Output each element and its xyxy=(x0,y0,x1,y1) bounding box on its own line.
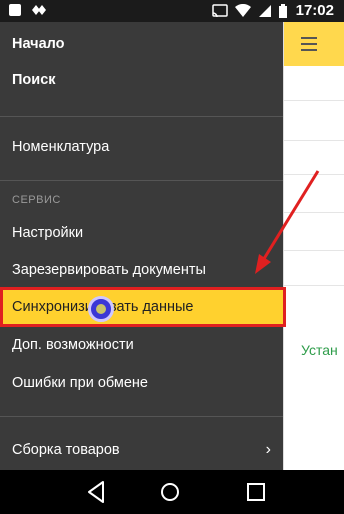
home-icon[interactable] xyxy=(157,479,183,505)
back-icon[interactable] xyxy=(83,479,109,505)
system-nav-bar xyxy=(0,470,344,514)
wifi-icon xyxy=(234,3,251,17)
annotation-arrow-icon xyxy=(255,170,320,274)
clock: 17:02 xyxy=(295,2,334,19)
battery-icon xyxy=(278,3,287,18)
cast-icon xyxy=(211,3,228,17)
app-screen: Устан Начало Поиск Номенклатура СЕРВИС Н… xyxy=(0,22,344,470)
diamond-icon xyxy=(32,5,46,15)
signal-icon xyxy=(258,4,271,17)
notification-icon xyxy=(9,4,21,16)
status-bar: 17:02 xyxy=(0,0,344,22)
recents-icon[interactable] xyxy=(243,479,269,505)
